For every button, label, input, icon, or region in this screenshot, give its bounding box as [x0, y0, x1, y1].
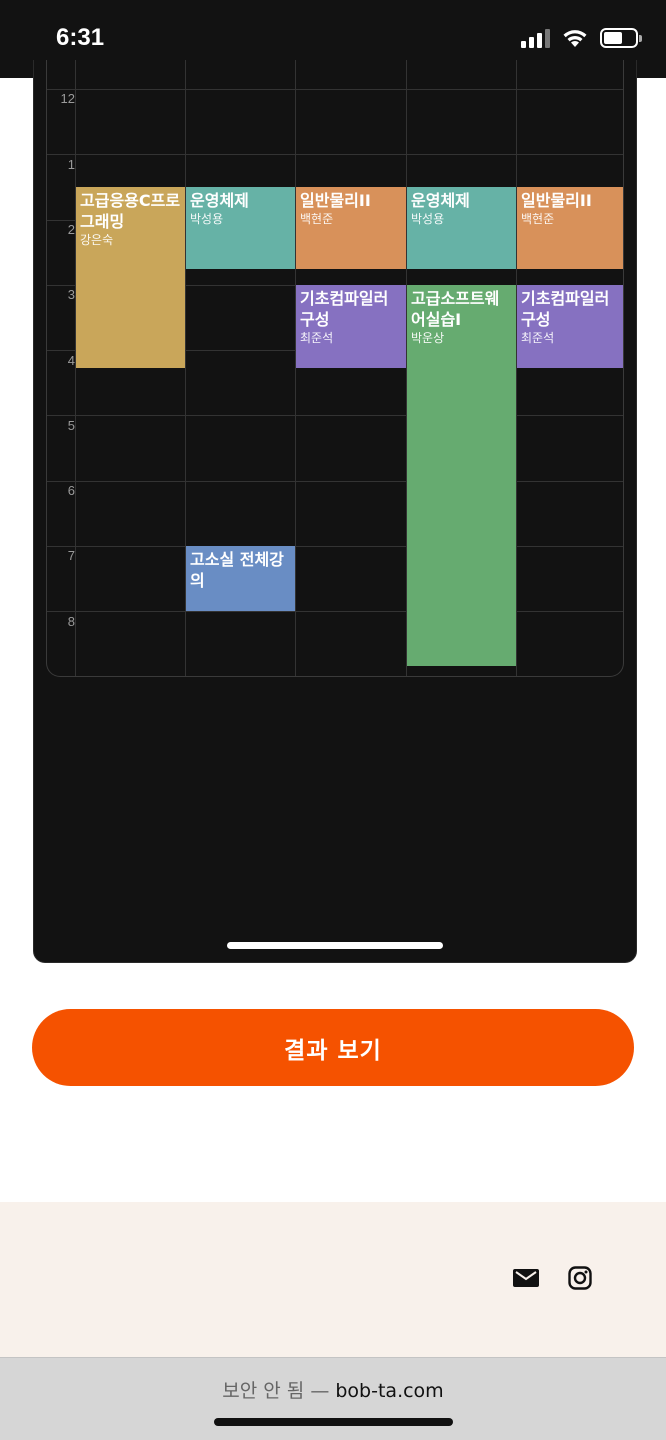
course-name: 일반물리II	[300, 191, 371, 210]
course-name: 일반물리II	[521, 191, 592, 210]
course-professor: 박운상	[411, 331, 445, 345]
panel-home-indicator	[227, 942, 443, 949]
course-name: 고급소프트웨어실습I	[411, 289, 500, 329]
footer	[0, 1202, 666, 1357]
course-block[interactable]: 운영체제 박성용	[186, 187, 295, 269]
course-block[interactable]: 고소실 전체강의	[186, 546, 295, 611]
wifi-icon	[563, 30, 587, 47]
battery-icon	[600, 28, 642, 48]
course-name: 운영체제	[190, 191, 249, 210]
hour-label: 12	[60, 91, 75, 106]
home-indicator	[214, 1418, 453, 1426]
course-name: 기초컴파일러구성	[300, 289, 389, 329]
course-block[interactable]: 일반물리II 백현준	[296, 187, 406, 269]
view-results-button[interactable]: 결과 보기	[32, 1009, 634, 1086]
hour-label: 1	[67, 157, 75, 172]
course-block[interactable]: 기초컴파일러구성 최준석	[296, 285, 406, 368]
hour-label: 5	[67, 418, 75, 433]
course-professor: 강은숙	[80, 233, 114, 247]
course-name: 운영체제	[411, 191, 470, 210]
course-block[interactable]: 고급응용C프로그래밍 강은숙	[76, 187, 185, 368]
address-text[interactable]: 보안 안 됨 — bob-ta.com	[0, 1376, 666, 1403]
course-block[interactable]: 기초컴파일러구성 최준석	[517, 285, 623, 368]
course-name: 기초컴파일러구성	[521, 289, 610, 329]
instagram-icon[interactable]	[568, 1266, 592, 1290]
course-block[interactable]: 고급소프트웨어실습I 박운상	[407, 285, 516, 666]
course-professor: 백현준	[521, 212, 555, 226]
timetable-grid: 12 1 2 3 4 5 6 7 8 고급응용C프로그래밍 강은숙 운영체제 박…	[46, 60, 624, 677]
course-name: 고급응용C프로그래밍	[80, 191, 181, 231]
course-professor: 박성용	[190, 212, 224, 226]
course-block[interactable]: 운영체제 박성용	[407, 187, 516, 269]
course-professor: 백현준	[300, 212, 334, 226]
hour-label: 2	[67, 222, 75, 237]
status-time: 6:31	[56, 24, 105, 51]
course-block[interactable]: 일반물리II 백현준	[517, 187, 623, 269]
security-label: 보안 안 됨 —	[222, 1380, 330, 1402]
hour-label: 7	[67, 548, 75, 563]
hour-label: 4	[67, 353, 75, 368]
course-name: 고소실 전체강의	[190, 550, 284, 590]
hour-label: 6	[67, 483, 75, 498]
domain-label: bob-ta.com	[335, 1380, 444, 1402]
hour-label: 8	[67, 614, 75, 629]
mail-icon[interactable]	[513, 1267, 539, 1289]
course-professor: 박성용	[411, 212, 445, 226]
course-professor: 최준석	[521, 331, 555, 345]
status-icons	[521, 28, 642, 48]
cellular-signal-icon	[521, 28, 550, 48]
course-professor: 최준석	[300, 331, 334, 345]
hour-label: 3	[67, 287, 75, 302]
